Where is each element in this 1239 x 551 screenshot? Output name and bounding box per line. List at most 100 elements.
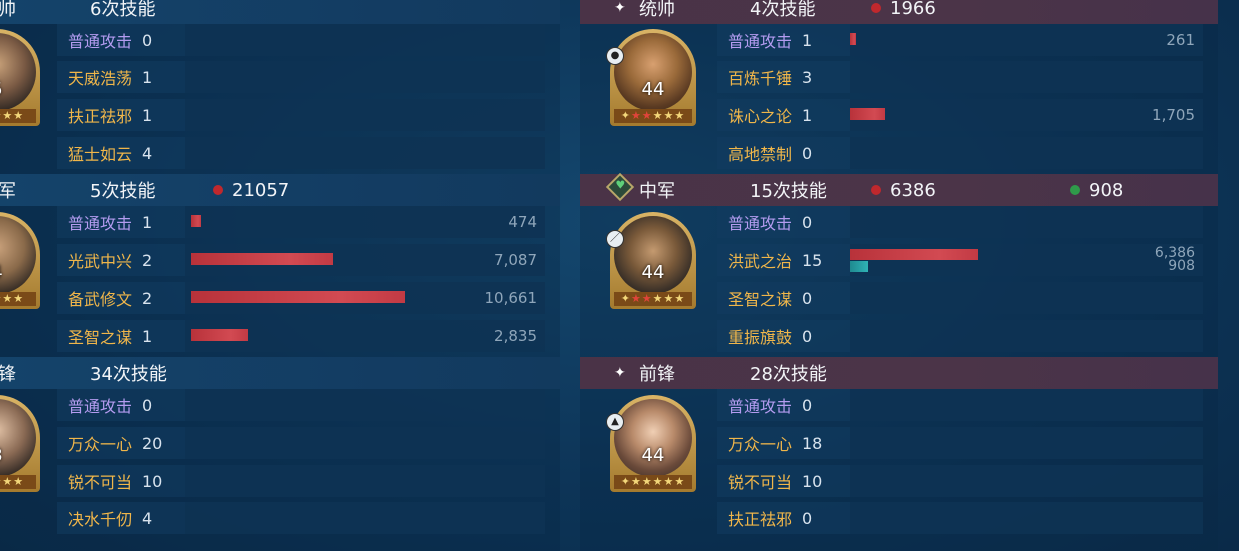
general-portrait[interactable]: ● 44 ✦★★★★★ [606,29,696,126]
damage-total: 21057 [213,180,289,201]
skill-name: 扶正祛邪 [68,107,133,126]
star-rating: ✦★★★★★ [614,109,692,123]
skill-count: 4次技能 [750,0,816,20]
damage-value: 6386 [890,179,936,201]
skill-name: 诛心之论 [728,107,793,126]
skill-count: 0 [802,326,813,346]
skill-count: 4 [142,143,153,163]
damage-value: 474 [508,213,537,231]
left-group-header: 军 5次技能 21057 [0,174,560,206]
left-team-panel: 帅 6次技能 5 ★★★★★ 普通攻击 0 天威浩荡 1 扶正祛邪 1 猛士如云 4 军… [0,0,560,551]
skill-count: 0 [802,143,813,163]
skill-name: 决水千仞 [68,510,133,529]
role-label: 军 [0,181,16,202]
heal-value: 908 [1089,179,1124,201]
damage-bar [850,108,885,120]
damage-value: 7,087 [494,251,537,269]
general-level: 44 [641,79,665,100]
skill-count: 0 [802,508,813,528]
skill-name: 万众一心 [68,435,133,454]
damage-value: 21057 [232,179,290,201]
skill-count: 0 [142,395,153,415]
damage-value: 1966 [890,0,936,19]
star-rating: ✦★★★★★ [614,292,692,306]
skill-name: 扶正祛邪 [728,510,793,529]
skill-count: 6次技能 [90,0,156,20]
skill-name: 备武修文 [68,290,133,309]
heal-bar [850,261,868,272]
role-label: 帅 [0,0,16,20]
role-label: 统帅 [639,0,675,20]
skill-name: 普通攻击 [68,397,133,416]
skill-count: 15次技能 [750,181,827,202]
troop-type-icon: ▲ [606,413,624,431]
skill-name: 普通攻击 [68,214,133,233]
skill-name: 重振旗鼓 [728,328,793,347]
skill-count: 0 [802,288,813,308]
four-point-star-icon: ✦ [614,0,626,16]
skill-count: 15 [802,250,823,270]
role-label: 锋 [0,364,16,385]
skill-name: 洪武之治 [728,252,793,271]
skill-name: 天威浩荡 [68,69,133,88]
general-level: 4 [0,262,40,283]
damage-total: 6386 [871,180,936,201]
damage-bar [191,329,248,341]
damage-value: 261 [1166,31,1195,49]
skill-count: 20 [142,433,163,453]
general-level: 44 [641,262,665,283]
skill-name: 高地禁制 [728,145,793,164]
general-level: 44 [641,445,665,466]
damage-dot-icon [213,185,223,195]
skill-name: 普通攻击 [68,32,133,51]
left-group-header: 帅 6次技能 [0,0,560,24]
damage-total: 1966 [871,0,936,19]
skill-name: 普通攻击 [728,397,793,416]
skill-count: 1 [802,105,813,125]
skill-count: 10 [802,471,823,491]
general-portrait[interactable]: ／ 44 ✦★★★★★ [606,212,696,309]
general-portrait[interactable]: 4 ★★★★★ [0,212,40,309]
general-portrait[interactable]: ▲ 44 ✦★★★★★ [606,395,696,492]
skill-count: 28次技能 [750,364,827,385]
four-point-star-icon: ✦ [614,365,626,381]
heal-total: 908 [1070,180,1123,201]
damage-value: 1,705 [1152,106,1195,124]
skill-name: 猛士如云 [68,145,133,164]
skill-count: 5次技能 [90,181,156,202]
general-portrait[interactable]: 3 ★★★★★ [0,395,40,492]
general-level: 3 [0,445,40,466]
damage-value: 2,835 [494,327,537,345]
skill-count: 4 [142,508,153,528]
skill-name: 普通攻击 [728,214,793,233]
damage-bar [191,215,201,227]
skill-count: 18 [802,433,823,453]
heal-value: 908 [1168,258,1195,274]
skill-count: 1 [802,30,813,50]
right-team-panel: ✦ 统帅 4次技能 1966 ● 44 ✦★★★★★ 普通攻击 1 261 百炼千锤… [580,0,1218,551]
left-group-header: 锋 34次技能 [0,357,560,389]
skill-count: 0 [802,212,813,232]
damage-bar [191,291,405,303]
skill-count: 1 [142,212,153,232]
troop-type-icon: ● [606,47,624,65]
skill-name: 圣智之谋 [68,328,133,347]
skill-name: 普通攻击 [728,32,793,51]
skill-count: 3 [802,67,813,87]
damage-value: 10,661 [484,289,538,307]
general-portrait[interactable]: 5 ★★★★★ [0,29,40,126]
skill-name: 百炼千锤 [728,69,793,88]
damage-heal-values: 6,386 908 [1155,246,1195,274]
damage-dot-icon [871,3,881,13]
skill-name: 万众一心 [728,435,793,454]
star-rating: ✦★★★★★ [614,475,692,489]
skill-count: 2 [142,250,153,270]
damage-dot-icon [871,185,881,195]
skill-count: 2 [142,288,153,308]
right-group-header: ✦ 统帅 4次技能 1966 [580,0,1218,24]
heart-badge-icon: ♥ [605,172,635,202]
skill-name: 锐不可当 [728,473,793,492]
troop-type-icon: ／ [606,230,624,248]
skill-count: 0 [802,395,813,415]
general-level: 5 [0,79,40,100]
